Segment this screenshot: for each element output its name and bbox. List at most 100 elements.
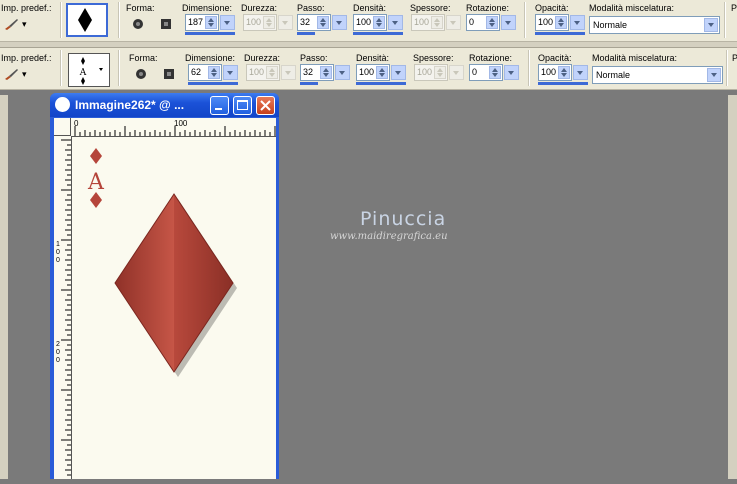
square-shape-icon[interactable]: [162, 67, 176, 81]
density-label: Densità:: [356, 53, 390, 63]
toolbar-separator: [60, 50, 62, 86]
extra-label: P: [731, 3, 737, 13]
card-artwork: A: [87, 148, 237, 377]
step-label: Passo:: [300, 53, 328, 63]
step-slider[interactable]: [300, 82, 318, 85]
rotation-spinner[interactable]: [486, 16, 498, 29]
ruler-label-v200: 2: [56, 341, 60, 348]
opacity-input[interactable]: 100: [535, 14, 569, 31]
rotation-spinner[interactable]: [489, 66, 501, 79]
right-panel-edge: [728, 95, 737, 479]
density-spinner[interactable]: [376, 66, 388, 79]
round-shape-icon[interactable]: [131, 17, 145, 31]
thickness-value: 100: [414, 17, 430, 27]
rotation-label: Rotazione:: [466, 3, 510, 13]
density-dropdown[interactable]: [388, 15, 403, 30]
chevron-down-icon[interactable]: [707, 68, 721, 82]
diamond-shape-icon: [78, 8, 92, 32]
brush-preset-icon[interactable]: [3, 17, 19, 31]
square-shape-icon[interactable]: [159, 17, 173, 31]
shape-preview-diamond[interactable]: [66, 3, 108, 37]
preset-dropdown-arrow[interactable]: ▾: [22, 69, 27, 80]
size-slider[interactable]: [185, 32, 235, 35]
round-shape-icon[interactable]: [134, 67, 148, 81]
thickness-label: Spessore:: [410, 3, 451, 13]
size-input[interactable]: 62: [188, 64, 222, 81]
rotation-input[interactable]: 0: [469, 64, 503, 81]
toolbar-separator: [724, 2, 726, 38]
chevron-down-icon[interactable]: [704, 18, 718, 32]
opacity-dropdown[interactable]: [570, 15, 585, 30]
close-button[interactable]: [256, 96, 275, 115]
thickness-input: 100: [411, 14, 445, 31]
density-slider[interactable]: [353, 32, 403, 35]
blend-label: Modalità miscelatura:: [592, 53, 678, 63]
size-slider[interactable]: [188, 82, 238, 85]
toolbar-separator: [60, 2, 62, 38]
rotation-value: 0: [472, 67, 478, 77]
watermark-name: Pinuccia: [360, 208, 447, 230]
opacity-slider[interactable]: [535, 32, 585, 35]
close-icon: [260, 100, 271, 111]
hardness-value: 100: [246, 17, 262, 27]
step-value: 32: [303, 67, 314, 77]
rotation-input[interactable]: 0: [466, 14, 500, 31]
step-spinner[interactable]: [317, 16, 329, 29]
step-dropdown[interactable]: [332, 15, 347, 30]
step-dropdown[interactable]: [335, 65, 350, 80]
watermark-url: www.maidiregrafica.eu: [330, 231, 448, 242]
preset-dropdown-arrow[interactable]: ▾: [22, 19, 27, 30]
step-label: Passo:: [297, 3, 325, 13]
blend-mode-select[interactable]: Normale: [589, 16, 720, 34]
card-rank: A: [87, 170, 105, 195]
blend-label: Modalità miscelatura:: [589, 3, 675, 13]
brush-toolbar-2: Imp. predef.: ▾ A Forma: Dimensione: 62 …: [0, 48, 737, 90]
hardness-input: 100: [243, 14, 277, 31]
density-dropdown[interactable]: [391, 65, 406, 80]
density-value: 100: [359, 67, 375, 77]
hardness-label: Durezza:: [241, 3, 278, 13]
window-titlebar[interactable]: Immagine262* @ ...: [50, 93, 279, 117]
ruler-label-v100: 1: [56, 241, 60, 248]
thickness-dropdown: [446, 15, 461, 30]
opacity-spinner[interactable]: [558, 66, 570, 79]
size-spinner[interactable]: [205, 16, 217, 29]
step-slider[interactable]: [297, 32, 315, 35]
thickness-input: 100: [414, 64, 448, 81]
opacity-input[interactable]: 100: [538, 64, 572, 81]
opacity-value: 100: [538, 17, 554, 27]
density-input[interactable]: 100: [353, 14, 387, 31]
size-spinner[interactable]: [208, 66, 220, 79]
rotation-dropdown[interactable]: [501, 15, 516, 30]
blend-mode-select[interactable]: Normale: [592, 66, 723, 84]
toolbar-separator: [726, 50, 728, 86]
step-input[interactable]: 32: [300, 64, 334, 81]
density-input[interactable]: 100: [356, 64, 390, 81]
minimize-button[interactable]: [210, 96, 229, 115]
step-input[interactable]: 32: [297, 14, 331, 31]
size-value: 187: [188, 17, 204, 27]
brush-preset-icon[interactable]: [3, 67, 19, 81]
opacity-label: Opacità:: [535, 3, 569, 13]
opacity-spinner[interactable]: [555, 16, 567, 29]
density-spinner[interactable]: [373, 16, 385, 29]
opacity-slider[interactable]: [538, 82, 588, 85]
preset-label: Imp. predef.:: [1, 53, 52, 63]
opacity-dropdown[interactable]: [573, 65, 588, 80]
density-slider[interactable]: [356, 82, 406, 85]
vertical-ruler: 100200: [54, 136, 72, 481]
app-icon[interactable]: [55, 97, 70, 112]
hardness-dropdown: [278, 15, 293, 30]
rotation-dropdown[interactable]: [504, 65, 519, 80]
size-dropdown[interactable]: [220, 15, 235, 30]
size-label: Dimensione:: [185, 53, 236, 63]
shape-preview-card[interactable]: A: [68, 53, 110, 87]
maximize-button[interactable]: [233, 96, 252, 115]
size-input[interactable]: 187: [185, 14, 219, 31]
shape-label: Forma:: [126, 3, 155, 13]
toolbar-separator: [118, 2, 120, 38]
size-value: 62: [191, 67, 202, 77]
size-dropdown[interactable]: [223, 65, 238, 80]
shape-label: Forma:: [129, 53, 158, 63]
step-spinner[interactable]: [320, 66, 332, 79]
